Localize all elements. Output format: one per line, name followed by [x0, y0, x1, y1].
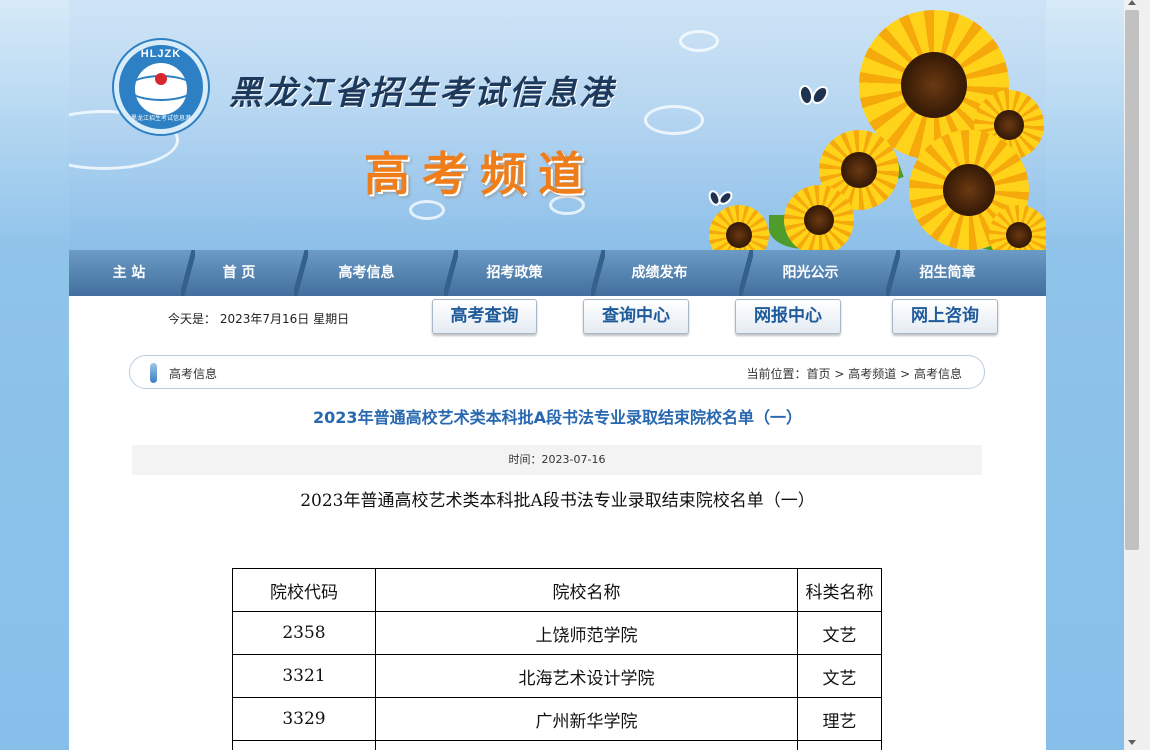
today-date: 今天是： 2023年7月16日 星期日 — [168, 312, 350, 326]
nav-item-scores[interactable]: 成绩发布 — [617, 250, 702, 296]
table-cell: 3321 — [232, 654, 376, 698]
table-cell: 文艺 — [797, 611, 882, 655]
nav-item-home[interactable]: 首 页 — [199, 250, 279, 296]
breadcrumb-prefix: 当前位置： — [746, 367, 807, 381]
table-cell: 北海艺术设计学院 — [375, 654, 798, 698]
scrollbar-thumb[interactable] — [1125, 10, 1139, 550]
table-cell: 3329 — [232, 697, 376, 741]
table-cell — [375, 740, 798, 750]
table-cell: 2358 — [232, 611, 376, 655]
article-subtitle: 2023年普通高校艺术类本科批A段书法专业录取结束院校名单（一） — [300, 491, 815, 511]
breadcrumb-link-current[interactable]: 高考信息 — [914, 367, 962, 381]
online-registration-button[interactable]: 网报中心 — [735, 299, 841, 334]
vertical-scrollbar[interactable] — [1124, 0, 1150, 750]
table-header: 院校代码 — [232, 568, 376, 612]
table-header: 院校名称 — [375, 568, 798, 612]
main-nav: 主 站 首 页 高考信息 招考政策 成绩发布 阳光公示 招生简章 — [69, 250, 1046, 296]
table-cell: 理艺 — [797, 697, 882, 741]
gaokao-query-button[interactable]: 高考查询 — [432, 299, 537, 334]
article-title: 2023年普通高校艺术类本科批A段书法专业录取结束院校名单（一） — [313, 408, 802, 427]
breadcrumb-link-channel[interactable]: 高考频道 — [848, 367, 896, 381]
table-row — [232, 740, 882, 750]
college-table: 院校代码 院校名称 科类名称 2358 上饶师范学院 文艺 3321 北海艺术设… — [232, 568, 882, 750]
breadcrumb-separator: > — [900, 367, 911, 381]
scroll-up-icon[interactable] — [1128, 0, 1136, 5]
nav-separator — [444, 250, 458, 296]
nav-separator — [294, 250, 308, 296]
table-cell — [232, 740, 376, 750]
online-consult-button[interactable]: 网上咨询 — [892, 299, 998, 334]
section-marker-icon — [150, 363, 157, 383]
table-cell: 文艺 — [797, 654, 882, 698]
breadcrumb-link-home[interactable]: 首页 — [807, 367, 831, 381]
table-cell: 广州新华学院 — [375, 697, 798, 741]
nav-item-policy[interactable]: 招考政策 — [472, 250, 557, 296]
header-banner: HLJZK 黑龙江招生考试信息港 黑龙江省招生考试信息港 高考频道 — [69, 0, 1046, 250]
logo-text: HLJZK — [140, 48, 182, 60]
table-header: 科类名称 — [797, 568, 882, 612]
table-cell — [797, 740, 882, 750]
nav-item-admission-guide[interactable]: 招生简章 — [905, 250, 990, 296]
table-header-row: 院校代码 院校名称 科类名称 — [232, 568, 882, 612]
table-cell: 上饶师范学院 — [375, 611, 798, 655]
publish-time: 时间：2023-07-16 — [132, 445, 982, 475]
cloud-decoration — [679, 30, 719, 52]
breadcrumb-path: 当前位置：首页 > 高考频道 > 高考信息 — [747, 365, 963, 382]
table-row: 2358 上饶师范学院 文艺 — [232, 611, 882, 655]
section-label: 高考信息 — [169, 367, 218, 381]
nav-item-main-site[interactable]: 主 站 — [89, 250, 169, 296]
site-logo[interactable]: HLJZK 黑龙江招生考试信息港 — [114, 40, 208, 134]
cloud-decoration — [644, 105, 704, 135]
logo-ring-text: 黑龙江招生考试信息港 — [130, 115, 191, 122]
logo-person-icon — [155, 73, 167, 85]
nav-item-gaokao-info[interactable]: 高考信息 — [324, 250, 409, 296]
table-row: 3329 广州新华学院 理艺 — [232, 697, 882, 741]
sunflower-image — [784, 185, 854, 250]
nav-separator — [591, 250, 605, 296]
nav-separator — [181, 250, 195, 296]
nav-item-public-notice[interactable]: 阳光公示 — [768, 250, 853, 296]
nav-separator — [739, 250, 753, 296]
site-name: 黑龙江省招生考试信息港 — [229, 73, 614, 112]
nav-separator — [886, 250, 900, 296]
breadcrumb-separator: > — [834, 367, 845, 381]
page-container: HLJZK 黑龙江招生考试信息港 黑龙江省招生考试信息港 高考频道 主 站 首 … — [69, 0, 1046, 750]
scroll-down-icon[interactable] — [1128, 740, 1136, 745]
breadcrumb: 高考信息 当前位置：首页 > 高考频道 > 高考信息 — [129, 355, 985, 389]
query-center-button[interactable]: 查询中心 — [583, 299, 689, 334]
sunflower-image — [709, 205, 769, 250]
table-row: 3321 北海艺术设计学院 文艺 — [232, 654, 882, 698]
channel-title: 高考频道 — [364, 147, 596, 201]
